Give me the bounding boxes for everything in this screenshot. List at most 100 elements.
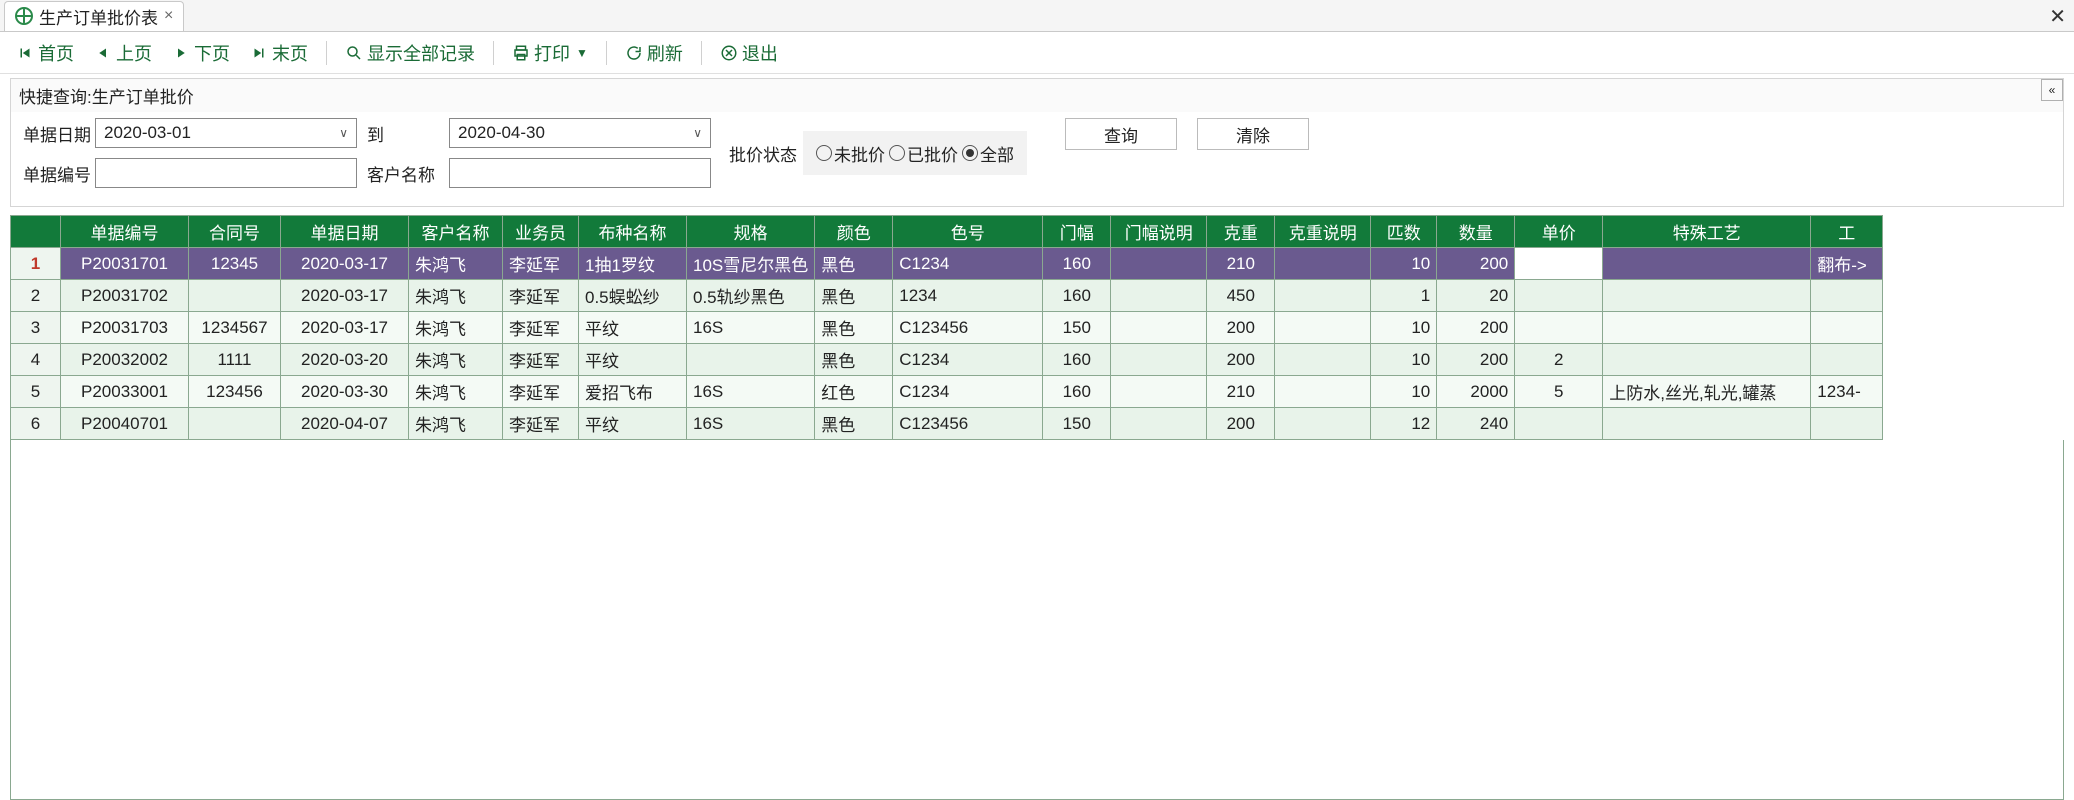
table-row[interactable]: 2P200317022020-03-17朱鸿飞李延军0.5蜈蚣纱0.5轨纱黑色黑… — [11, 280, 1883, 312]
cell[interactable]: 平纹 — [579, 408, 687, 440]
cell[interactable]: 16S — [687, 408, 815, 440]
cell[interactable]: 2020-03-30 — [281, 376, 409, 408]
data-grid[interactable]: 单据编号合同号单据日期客户名称业务员布种名称规格颜色色号门幅门幅说明克重克重说明… — [10, 215, 2064, 800]
cell[interactable]: 1111 — [189, 344, 281, 376]
cell[interactable] — [687, 344, 815, 376]
radio-all[interactable]: 全部 — [962, 141, 1014, 166]
cell[interactable]: 平纹 — [579, 344, 687, 376]
cell[interactable] — [1603, 344, 1811, 376]
column-header[interactable]: 布种名称 — [579, 216, 687, 248]
column-header[interactable]: 颜色 — [815, 216, 893, 248]
cell[interactable]: 200 — [1437, 344, 1515, 376]
cell[interactable] — [1603, 408, 1811, 440]
cell[interactable]: 红色 — [815, 376, 893, 408]
cell[interactable]: 10 — [1371, 344, 1437, 376]
table-row[interactable]: 3P2003170312345672020-03-17朱鸿飞李延军平纹16S黑色… — [11, 312, 1883, 344]
cell[interactable]: 210 — [1207, 376, 1275, 408]
cell[interactable] — [1515, 280, 1603, 312]
cell[interactable] — [1111, 280, 1207, 312]
column-header[interactable]: 克重说明 — [1275, 216, 1371, 248]
column-header[interactable]: 门幅说明 — [1111, 216, 1207, 248]
refresh-button[interactable]: 刷新 — [617, 36, 691, 70]
table-row[interactable]: 4P2003200211112020-03-20朱鸿飞李延军平纹黑色C12341… — [11, 344, 1883, 376]
row-number[interactable]: 2 — [11, 280, 61, 312]
cell[interactable]: C1234 — [893, 248, 1043, 280]
cell[interactable] — [1111, 376, 1207, 408]
radio-unpriced[interactable]: 未批价 — [816, 141, 885, 166]
cell[interactable]: 黑色 — [815, 344, 893, 376]
cell[interactable] — [1275, 408, 1371, 440]
column-header[interactable]: 单据编号 — [61, 216, 189, 248]
cell[interactable] — [1515, 312, 1603, 344]
last-page-button[interactable]: 末页 — [242, 36, 316, 70]
cell[interactable]: 12345 — [189, 248, 281, 280]
cell[interactable]: 2020-03-17 — [281, 312, 409, 344]
cell[interactable]: 朱鸿飞 — [409, 248, 503, 280]
cell[interactable]: 1234567 — [189, 312, 281, 344]
cell[interactable]: 1234- — [1811, 376, 1883, 408]
row-number[interactable]: 1 — [11, 248, 61, 280]
column-header[interactable]: 特殊工艺 — [1603, 216, 1811, 248]
cell[interactable]: 160 — [1043, 280, 1111, 312]
chevron-down-icon[interactable]: ∨ — [693, 126, 702, 140]
cell[interactable] — [1811, 408, 1883, 440]
cell[interactable] — [1515, 248, 1603, 280]
next-page-button[interactable]: 下页 — [164, 36, 238, 70]
table-row[interactable]: 1P20031701123452020-03-17朱鸿飞李延军1抽1罗纹10S雪… — [11, 248, 1883, 280]
cell[interactable]: 160 — [1043, 344, 1111, 376]
cell[interactable]: 朱鸿飞 — [409, 344, 503, 376]
date-from-input[interactable]: 2020-03-01 ∨ — [95, 118, 357, 148]
cell[interactable]: 李延军 — [503, 344, 579, 376]
cell[interactable] — [1275, 280, 1371, 312]
column-header[interactable]: 合同号 — [189, 216, 281, 248]
cell[interactable]: 160 — [1043, 248, 1111, 280]
cell[interactable]: 200 — [1437, 248, 1515, 280]
cell[interactable]: 2000 — [1437, 376, 1515, 408]
column-header[interactable]: 规格 — [687, 216, 815, 248]
cell[interactable]: 2020-04-07 — [281, 408, 409, 440]
row-number[interactable]: 6 — [11, 408, 61, 440]
cell[interactable]: P20031703 — [61, 312, 189, 344]
chevron-down-icon[interactable]: ▼ — [576, 46, 588, 60]
cell[interactable]: 平纹 — [579, 312, 687, 344]
column-header[interactable]: 业务员 — [503, 216, 579, 248]
cell[interactable]: 10 — [1371, 312, 1437, 344]
cell[interactable]: 240 — [1437, 408, 1515, 440]
cell[interactable]: 5 — [1515, 376, 1603, 408]
customer-input[interactable] — [449, 158, 711, 188]
cell[interactable]: 李延军 — [503, 376, 579, 408]
cell[interactable]: 黑色 — [815, 248, 893, 280]
cell[interactable]: C123456 — [893, 312, 1043, 344]
cell[interactable]: 200 — [1207, 344, 1275, 376]
cell[interactable]: 2020-03-17 — [281, 280, 409, 312]
column-header[interactable]: 数量 — [1437, 216, 1515, 248]
table-row[interactable]: 5P200330011234562020-03-30朱鸿飞李延军爱招飞布16S红… — [11, 376, 1883, 408]
cell[interactable]: C1234 — [893, 376, 1043, 408]
first-page-button[interactable]: 首页 — [8, 36, 82, 70]
cell[interactable] — [1603, 248, 1811, 280]
cell[interactable] — [189, 408, 281, 440]
print-button[interactable]: 打印 ▼ — [504, 36, 596, 70]
cell[interactable]: 1234 — [893, 280, 1043, 312]
cell[interactable]: 200 — [1207, 312, 1275, 344]
column-header[interactable]: 门幅 — [1043, 216, 1111, 248]
cell[interactable]: C1234 — [893, 344, 1043, 376]
collapse-button[interactable]: « — [2041, 79, 2063, 101]
column-header[interactable]: 工 — [1811, 216, 1883, 248]
row-number[interactable]: 3 — [11, 312, 61, 344]
cell[interactable]: 李延军 — [503, 248, 579, 280]
cell[interactable]: 150 — [1043, 312, 1111, 344]
cell[interactable] — [1811, 280, 1883, 312]
column-header[interactable]: 单价 — [1515, 216, 1603, 248]
cell[interactable]: P20031702 — [61, 280, 189, 312]
chevron-down-icon[interactable]: ∨ — [339, 126, 348, 140]
cell[interactable]: 200 — [1437, 312, 1515, 344]
exit-button[interactable]: 退出 — [712, 36, 786, 70]
cell[interactable]: 黑色 — [815, 280, 893, 312]
column-header[interactable]: 克重 — [1207, 216, 1275, 248]
tab-active[interactable]: 生产订单批价表 × — [4, 1, 184, 31]
cell[interactable] — [1275, 376, 1371, 408]
cell[interactable]: P20031701 — [61, 248, 189, 280]
cell[interactable]: P20032002 — [61, 344, 189, 376]
cell[interactable]: 朱鸿飞 — [409, 376, 503, 408]
